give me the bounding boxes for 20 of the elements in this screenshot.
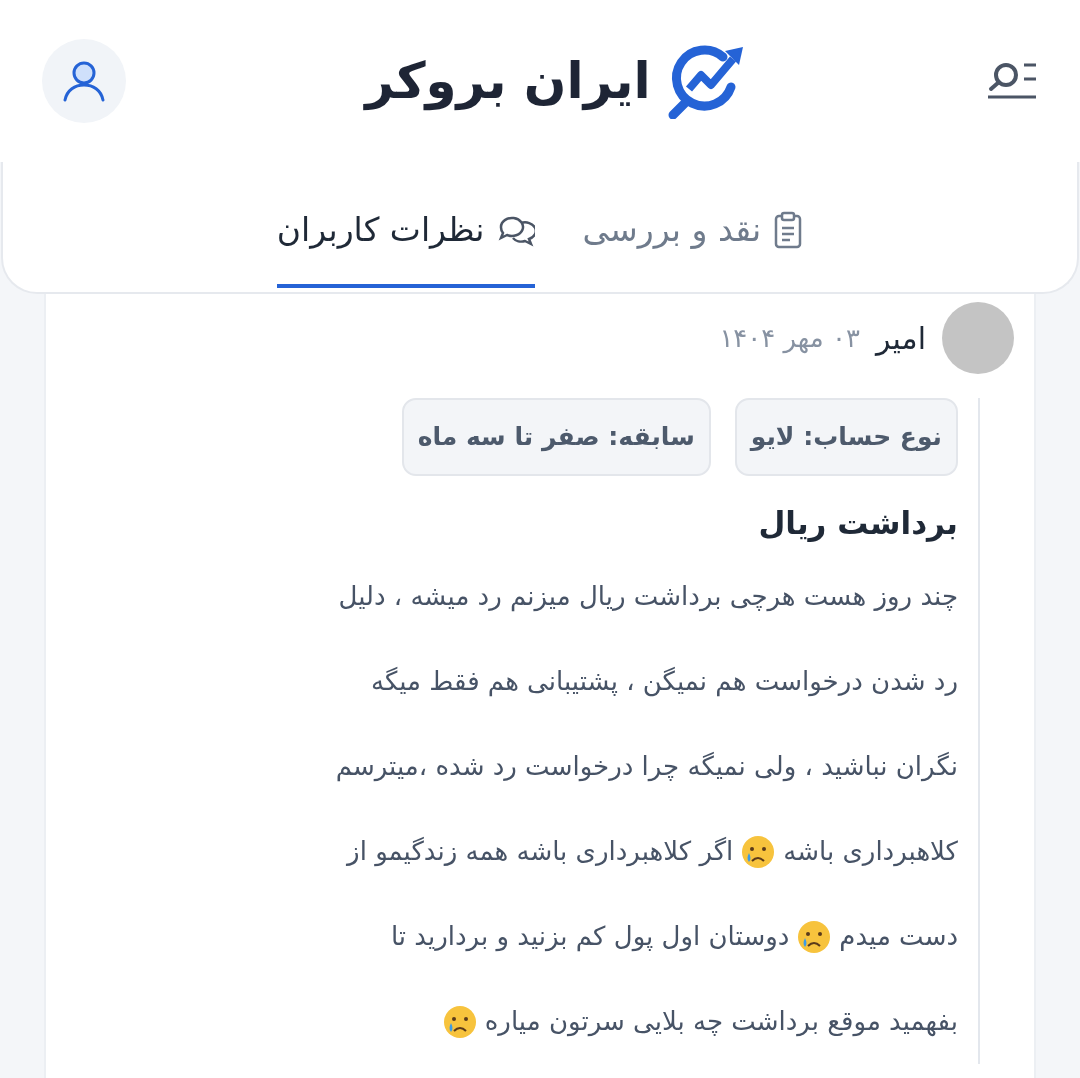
info-tag: نوع حساب: لایو — [734, 398, 958, 476]
comment-date: ۰۳ مهر ۱۴۰۴ — [719, 321, 860, 356]
info-tag: سابقه: صفر تا سه ماه — [401, 398, 711, 476]
logo-text: ایران بروکر — [365, 50, 651, 113]
crying-face-icon — [797, 919, 832, 954]
comment-text: بفهمید موقع برداشت چه بلایی سرتون میاره — [484, 1005, 958, 1039]
comment-text: چند روز هست هرچی برداشت ریال میزنم رد میشه ، دلیل — [338, 580, 958, 614]
author-name: امیر — [876, 319, 926, 358]
clipboard-icon — [773, 211, 804, 249]
crying-face-icon — [741, 834, 776, 869]
comment-text: رد شدن درخواست هم نمیگن ، پشتیبانی هم فقط میگه — [370, 665, 958, 699]
tab[interactable]: نظرات کاربران — [276, 162, 535, 288]
crying-face-icon — [442, 1004, 477, 1039]
comment-text: دست میدم — [839, 920, 958, 953]
comment-text: اگر کلاهبرداری باشه همه زندگیمو از — [347, 835, 734, 869]
comment-text: نگران نباشید ، ولی نمیگه چرا درخواست رد شده ،میترسم — [335, 750, 958, 784]
comment-text: کلاهبرداری باشه — [783, 835, 958, 869]
comment-title: برداشت ریال — [757, 503, 958, 544]
tab[interactable]: نقد و بررسی — [582, 162, 804, 288]
comment-text: دوستان اول پول کم بزنید و بردارید تا — [390, 920, 790, 954]
